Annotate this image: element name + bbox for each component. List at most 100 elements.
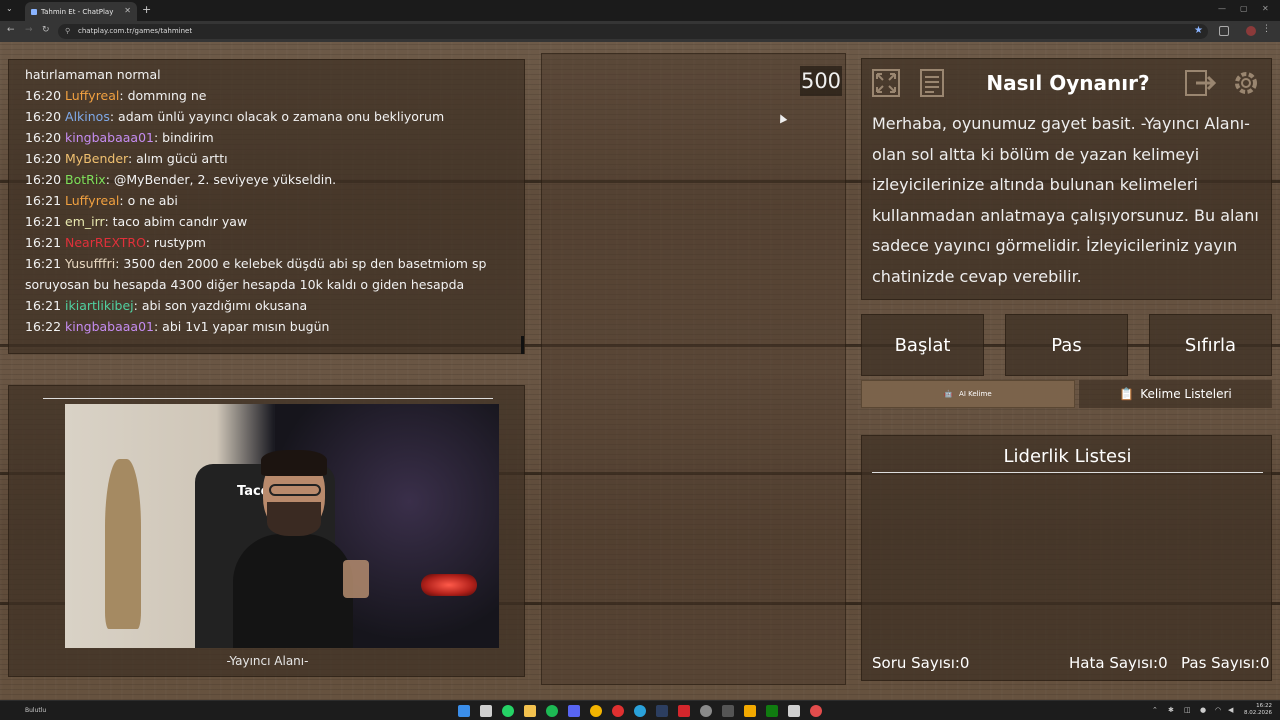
chat-text: : dommıng ne <box>119 88 207 103</box>
chat-message-list: hatırlamaman normal 16:20 Luffyreal: domm… <box>25 64 508 337</box>
reload-icon[interactable]: ↻ <box>42 25 50 35</box>
chat-username[interactable]: MyBender <box>65 151 128 166</box>
how-to-play-text: Merhaba, oyunumuz gayet basit. -Yayıncı … <box>872 114 1259 286</box>
chat-timestamp: 16:20 <box>25 172 62 187</box>
chat-username[interactable]: Yusufffri <box>65 256 115 271</box>
new-tab-icon[interactable]: + <box>142 3 151 16</box>
tab-favicon-icon <box>31 8 37 15</box>
pass-button[interactable]: Pas <box>1005 314 1128 376</box>
app-icon[interactable] <box>744 705 756 717</box>
app-icon[interactable] <box>700 705 712 717</box>
streamer-person <box>233 450 369 648</box>
word-lists-button[interactable]: 📋 Kelime Listeleri <box>1079 380 1272 408</box>
maximize-icon[interactable]: ▢ <box>1240 4 1248 13</box>
browser-tabbar: ⌄ Tahmin Et - ChatPlay ✕ + — ▢ ✕ <box>0 0 1280 21</box>
chat-message: 16:20 kingbabaaa01: bindirim <box>25 127 508 148</box>
chat-text: : adam ünlü yayıncı olacak o zamana onu … <box>109 109 445 124</box>
mic-icon[interactable]: ● <box>1200 706 1206 714</box>
bookmark-star-icon[interactable]: ★ <box>1194 25 1203 36</box>
chat-text: : rustypm <box>145 235 206 250</box>
reset-button[interactable]: Sıfırla <box>1149 314 1272 376</box>
chat-scrollbar[interactable] <box>521 336 524 354</box>
network-icon[interactable]: ◫ <box>1184 706 1191 714</box>
file-explorer-icon[interactable] <box>524 705 536 717</box>
start-menu-icon[interactable] <box>458 705 470 717</box>
notes-icon[interactable] <box>916 67 948 99</box>
chat-message: 16:21 ikiartlikibej: abi son yazdığımı o… <box>25 295 508 316</box>
fullscreen-icon[interactable] <box>870 67 902 99</box>
whatsapp-icon[interactable] <box>502 705 514 717</box>
wall-decoration <box>105 459 141 629</box>
task-view-icon[interactable] <box>480 705 492 717</box>
browser-menu-icon[interactable]: ⋮ <box>1262 24 1271 34</box>
url-field[interactable]: ⚲ chatplay.com.tr/games/tahminet <box>58 24 1208 39</box>
start-button[interactable]: Başlat <box>861 314 984 376</box>
app-icon[interactable] <box>810 705 822 717</box>
chat-username[interactable]: ikiartlikibej <box>65 298 134 313</box>
opera-icon[interactable] <box>612 705 624 717</box>
leaderboard-panel: Liderlik Listesi Soru Sayısı:0 Hata Sayı… <box>861 435 1272 681</box>
pass-count: Pas Sayısı:0 <box>1181 654 1270 672</box>
close-tab-icon[interactable]: ✕ <box>124 6 131 15</box>
edge-icon[interactable] <box>634 705 646 717</box>
gear-icon[interactable] <box>1230 67 1262 99</box>
spotify-icon[interactable] <box>546 705 558 717</box>
ai-word-button[interactable]: 🤖 AI Kelime <box>861 380 1075 408</box>
chat-timestamp: 16:21 <box>25 193 62 208</box>
browser-tab[interactable]: Tahmin Et - ChatPlay ✕ <box>25 2 137 21</box>
chat-text: : @MyBender, 2. seviyeye yükseldin. <box>105 172 337 187</box>
chat-timestamp: 16:22 <box>25 319 62 334</box>
chat-username[interactable]: kingbabaaa01 <box>65 319 154 334</box>
app-icon[interactable] <box>678 705 690 717</box>
webcam-video: Taco <box>65 404 499 648</box>
leaderboard-title: Liderlik Listesi <box>1003 446 1132 467</box>
exit-icon[interactable] <box>1184 67 1216 99</box>
streamer-cup <box>343 560 369 598</box>
chat-message: 16:21 Luffyreal: o ne abi <box>25 190 508 211</box>
chat-message: 16:20 Alkinos: adam ünlü yayıncı olacak … <box>25 106 508 127</box>
question-count: Soru Sayısı:0 <box>872 654 970 672</box>
chat-username[interactable]: BotRix <box>65 172 106 187</box>
site-info-icon[interactable]: ⚲ <box>65 24 70 39</box>
wifi-icon[interactable]: ◠ <box>1215 706 1221 714</box>
extensions-icon[interactable] <box>1219 26 1229 36</box>
chat-text: : abi 1v1 yapar mısın bugün <box>154 319 330 334</box>
ai-icon: 🤖 <box>944 390 954 398</box>
tab-search-icon[interactable]: ⌄ <box>6 4 13 13</box>
chat-message: 16:20 BotRix: @MyBender, 2. seviyeye yük… <box>25 169 508 190</box>
chat-message: 16:20 Luffyreal: dommıng ne <box>25 85 508 106</box>
streamer-area: Taco -Yayıncı Alanı- <box>8 385 525 677</box>
back-icon[interactable]: ← <box>7 25 15 35</box>
minimize-icon[interactable]: — <box>1218 4 1226 13</box>
steam-icon[interactable] <box>656 705 668 717</box>
score-display: 500 <box>800 66 842 96</box>
error-count: Hata Sayısı:0 <box>1069 654 1168 672</box>
chat-message: 16:21 em_irr: taco abim candır yaw <box>25 211 508 232</box>
streamer-area-label: -Yayıncı Alanı- <box>226 654 309 668</box>
discord-icon[interactable] <box>568 705 580 717</box>
chat-username[interactable]: kingbabaaa01 <box>65 130 154 145</box>
system-clock[interactable]: 16:22 8.02.2026 <box>1242 703 1272 717</box>
xbox-icon[interactable] <box>766 705 778 717</box>
chat-username[interactable]: em_irr <box>65 214 104 229</box>
volume-icon[interactable]: ◀ <box>1228 706 1233 714</box>
clock-time: 16:22 <box>1256 703 1272 709</box>
chat-message: 16:21 Yusufffri: 3500 den 2000 e kelebek… <box>25 253 508 295</box>
tray-chevron-icon[interactable]: ⌃ <box>1152 706 1158 714</box>
streamer-body <box>233 534 353 648</box>
chat-username[interactable]: Alkinos <box>65 109 110 124</box>
profile-avatar[interactable] <box>1246 26 1256 36</box>
forward-icon[interactable]: → <box>25 25 33 35</box>
app-icon[interactable] <box>722 705 734 717</box>
how-to-play-panel: Nasıl Oynanır? Merhaba, oyunumuz gayet b… <box>861 58 1272 300</box>
close-window-icon[interactable]: ✕ <box>1262 4 1269 13</box>
app-icon[interactable] <box>788 705 800 717</box>
bluetooth-icon[interactable]: ✱ <box>1168 706 1174 714</box>
chat-username[interactable]: Luffyreal <box>65 193 119 208</box>
chat-username[interactable]: Luffyreal <box>65 88 119 103</box>
chat-username[interactable]: NearREXTRO <box>65 235 146 250</box>
chat-timestamp: 16:20 <box>25 88 62 103</box>
chrome-icon[interactable] <box>590 705 602 717</box>
chat-text: : taco abim candır yaw <box>104 214 248 229</box>
clock-date: 8.02.2026 <box>1244 710 1272 716</box>
